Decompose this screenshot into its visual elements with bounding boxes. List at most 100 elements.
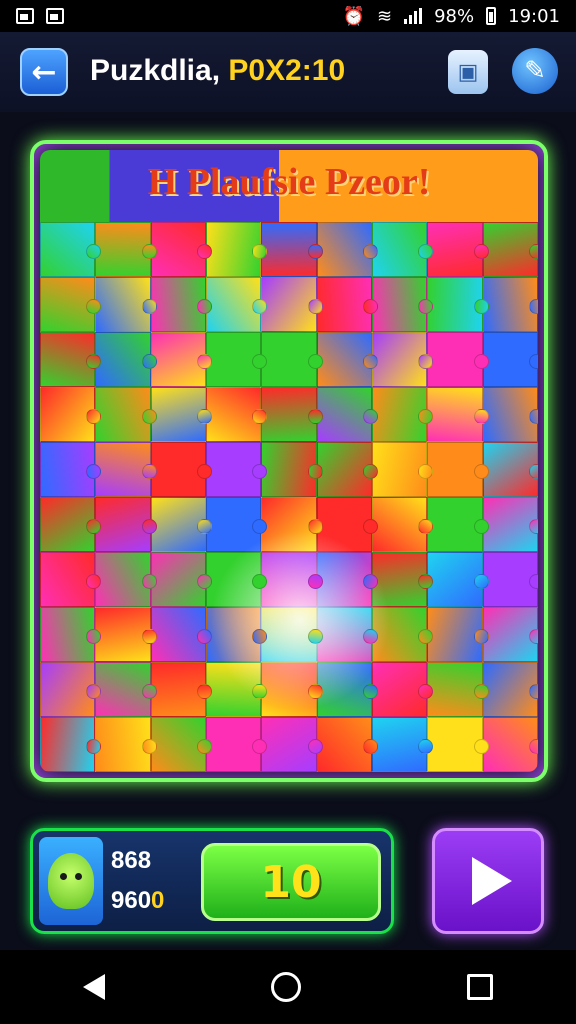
puzzle-piece[interactable]	[316, 222, 379, 277]
puzzle-piece[interactable]	[95, 662, 158, 717]
puzzle-piece[interactable]	[95, 717, 158, 772]
puzzle-piece[interactable]	[427, 552, 490, 607]
puzzle-piece[interactable]	[482, 277, 538, 332]
puzzle-piece[interactable]	[371, 497, 434, 552]
puzzle-piece[interactable]	[427, 222, 490, 277]
puzzle-piece[interactable]	[371, 332, 434, 387]
puzzle-piece[interactable]	[482, 222, 538, 277]
puzzle-piece[interactable]	[205, 222, 268, 277]
puzzle-piece[interactable]	[205, 497, 268, 552]
puzzle-grid[interactable]	[40, 222, 538, 772]
puzzle-piece[interactable]	[150, 387, 213, 442]
puzzle-piece[interactable]	[261, 277, 324, 332]
puzzle-piece[interactable]	[371, 387, 434, 442]
puzzle-piece[interactable]	[371, 717, 434, 772]
puzzle-piece[interactable]	[261, 497, 324, 552]
puzzle-piece[interactable]	[427, 607, 490, 662]
puzzle-piece[interactable]	[95, 497, 158, 552]
puzzle-piece[interactable]	[261, 442, 324, 497]
level-button[interactable]: 10	[201, 843, 381, 921]
puzzle-piece[interactable]	[95, 607, 158, 662]
puzzle-piece[interactable]	[40, 497, 102, 552]
puzzle-piece[interactable]	[427, 442, 490, 497]
puzzle-piece[interactable]	[482, 552, 538, 607]
puzzle-piece[interactable]	[40, 222, 102, 277]
puzzle-piece[interactable]	[371, 662, 434, 717]
puzzle-piece[interactable]	[95, 222, 158, 277]
puzzle-board[interactable]: H Plaufsie Pzeor!	[30, 140, 548, 782]
puzzle-piece[interactable]	[150, 277, 213, 332]
shop-button[interactable]: ▣	[448, 50, 488, 94]
puzzle-piece[interactable]	[205, 387, 268, 442]
puzzle-piece[interactable]	[371, 222, 434, 277]
puzzle-piece[interactable]	[261, 552, 324, 607]
puzzle-piece[interactable]	[150, 717, 213, 772]
puzzle-piece[interactable]	[316, 277, 379, 332]
puzzle-piece[interactable]	[40, 552, 102, 607]
puzzle-piece[interactable]	[261, 662, 324, 717]
puzzle-piece[interactable]	[95, 442, 158, 497]
puzzle-piece[interactable]	[427, 387, 490, 442]
puzzle-piece[interactable]	[427, 332, 490, 387]
puzzle-piece[interactable]	[205, 332, 268, 387]
puzzle-piece[interactable]	[482, 442, 538, 497]
puzzle-piece[interactable]	[205, 717, 268, 772]
puzzle-piece[interactable]	[316, 552, 379, 607]
puzzle-piece[interactable]	[316, 332, 379, 387]
puzzle-piece[interactable]	[261, 222, 324, 277]
play-button[interactable]	[432, 828, 544, 934]
puzzle-piece[interactable]	[371, 442, 434, 497]
puzzle-piece[interactable]	[482, 662, 538, 717]
puzzle-piece[interactable]	[371, 277, 434, 332]
puzzle-piece[interactable]	[427, 662, 490, 717]
puzzle-piece[interactable]	[150, 662, 213, 717]
puzzle-piece[interactable]	[150, 332, 213, 387]
nav-back-icon[interactable]	[83, 974, 105, 1000]
puzzle-piece[interactable]	[95, 332, 158, 387]
puzzle-piece[interactable]	[95, 277, 158, 332]
puzzle-piece[interactable]	[371, 607, 434, 662]
puzzle-piece[interactable]	[261, 607, 324, 662]
puzzle-piece[interactable]	[482, 387, 538, 442]
nav-home-icon[interactable]	[271, 972, 301, 1002]
puzzle-piece[interactable]	[150, 442, 213, 497]
puzzle-piece[interactable]	[205, 607, 268, 662]
avatar[interactable]	[39, 837, 103, 925]
edit-button[interactable]: ✎	[512, 48, 558, 94]
puzzle-piece[interactable]	[261, 332, 324, 387]
puzzle-piece[interactable]	[427, 277, 490, 332]
puzzle-piece[interactable]	[40, 387, 102, 442]
puzzle-piece[interactable]	[40, 332, 102, 387]
puzzle-piece[interactable]	[482, 332, 538, 387]
puzzle-piece[interactable]	[316, 442, 379, 497]
puzzle-piece[interactable]	[40, 607, 102, 662]
puzzle-piece[interactable]	[316, 387, 379, 442]
puzzle-piece[interactable]	[150, 552, 213, 607]
puzzle-piece[interactable]	[316, 497, 379, 552]
puzzle-piece[interactable]	[482, 607, 538, 662]
puzzle-piece[interactable]	[40, 662, 102, 717]
puzzle-piece[interactable]	[95, 387, 158, 442]
puzzle-piece[interactable]	[205, 662, 268, 717]
puzzle-piece[interactable]	[482, 497, 538, 552]
puzzle-piece[interactable]	[427, 497, 490, 552]
puzzle-piece[interactable]	[150, 222, 213, 277]
puzzle-piece[interactable]	[261, 717, 324, 772]
puzzle-piece[interactable]	[316, 607, 379, 662]
nav-recent-icon[interactable]	[467, 974, 493, 1000]
puzzle-piece[interactable]	[205, 552, 268, 607]
back-button[interactable]: ←	[20, 48, 68, 96]
puzzle-piece[interactable]	[482, 717, 538, 772]
puzzle-piece[interactable]	[371, 552, 434, 607]
puzzle-piece[interactable]	[316, 717, 379, 772]
puzzle-piece[interactable]	[40, 277, 102, 332]
puzzle-piece[interactable]	[95, 552, 158, 607]
puzzle-piece[interactable]	[40, 717, 102, 772]
puzzle-piece[interactable]	[261, 387, 324, 442]
puzzle-piece[interactable]	[150, 497, 213, 552]
puzzle-piece[interactable]	[205, 442, 268, 497]
puzzle-piece[interactable]	[150, 607, 213, 662]
puzzle-piece[interactable]	[427, 717, 490, 772]
puzzle-piece[interactable]	[316, 662, 379, 717]
puzzle-piece[interactable]	[205, 277, 268, 332]
